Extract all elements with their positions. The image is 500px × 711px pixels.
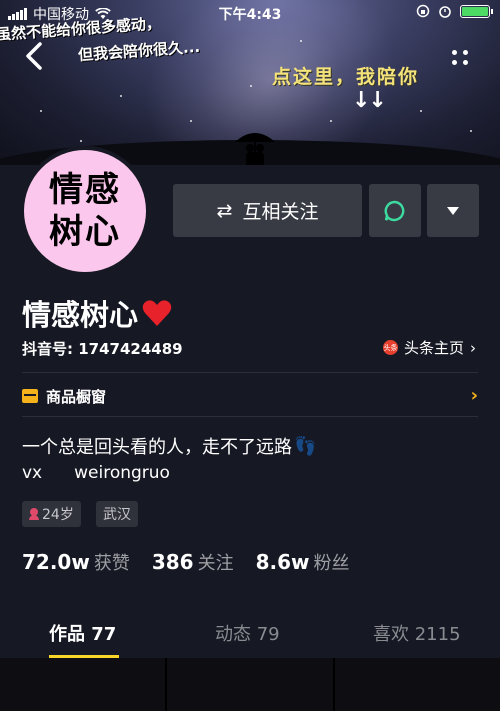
star <box>300 40 302 42</box>
more-options-button[interactable] <box>452 50 478 66</box>
bio: 一个总是回头看的人，走不了远路 👣 <box>22 433 316 459</box>
following-stat[interactable]: 386 关注 <box>152 549 234 575</box>
footprints-icon: 👣 <box>294 435 317 457</box>
video-thumbnail[interactable] <box>0 658 166 711</box>
likes-count: 72.0w <box>22 550 90 574</box>
shop-window-row[interactable]: 商品橱窗 › <box>22 385 478 407</box>
tab-moments[interactable]: 动态 79 <box>215 620 280 646</box>
profile-name-text: 情感树心 <box>22 298 139 332</box>
swap-arrows-icon: ⇄ <box>216 199 233 222</box>
triangle-down-icon <box>447 206 459 215</box>
red-heart-icon <box>142 300 172 326</box>
fans-count: 8.6w <box>255 550 310 574</box>
following-label: 关注 <box>197 553 234 574</box>
banner-click-hint: 点这里，我陪你 <box>272 66 420 88</box>
wechat-line: vx weirongruo <box>22 463 170 483</box>
star <box>40 110 42 112</box>
chevron-right-icon: › <box>470 338 476 357</box>
age-label: 24岁 <box>42 507 74 523</box>
city-tag: 武汉 <box>96 501 138 527</box>
city-label: 武汉 <box>103 507 131 523</box>
female-icon <box>29 508 39 520</box>
wechat-label: vx <box>22 463 43 483</box>
toutiao-logo-icon: 头条 <box>382 340 398 355</box>
star <box>190 120 192 122</box>
shop-icon <box>22 389 38 403</box>
star <box>120 95 122 97</box>
shop-window-label: 商品橱窗 <box>46 387 107 406</box>
video-thumbnail[interactable] <box>334 658 500 711</box>
stats-row: 72.0w 获赞 386 关注 8.6w 粉丝 <box>22 549 349 575</box>
couple-umbrella-silhouette <box>235 133 275 165</box>
likes-stat[interactable]: 72.0w 获赞 <box>22 549 130 575</box>
star <box>250 85 252 87</box>
fans-stat[interactable]: 8.6w 粉丝 <box>256 549 350 575</box>
chat-bubble-icon <box>384 200 405 221</box>
content-tabs: 作品 77 动态 79 喜欢 2115 <box>0 610 500 658</box>
divider <box>22 416 478 417</box>
star <box>470 130 472 132</box>
banner-arrows: ↓↓ <box>352 88 387 113</box>
dropdown-button[interactable] <box>427 184 479 237</box>
battery-icon <box>460 4 493 18</box>
alarm-icon <box>439 6 451 18</box>
back-button[interactable] <box>20 38 50 74</box>
follow-button-label: 互相关注 <box>242 201 319 223</box>
douyin-id: 抖音号: 1747424489 <box>22 340 183 358</box>
tab-likes[interactable]: 喜欢 2115 <box>373 620 461 646</box>
star <box>330 120 332 122</box>
divider <box>22 372 478 373</box>
fans-label: 粉丝 <box>313 553 350 574</box>
profile-name: 情感树心 <box>22 292 172 334</box>
age-tag: 24岁 <box>22 501 81 527</box>
mutual-follow-button[interactable]: ⇄ 互相关注 <box>173 184 362 237</box>
status-bar: 中国移动 下午4:43 <box>0 0 500 26</box>
following-count: 386 <box>151 550 194 574</box>
avatar-text: 情感树心 <box>49 169 121 253</box>
toutiao-link-label: 头条主页 <box>403 339 464 357</box>
bio-text: 一个总是回头看的人，走不了远路 <box>22 437 292 458</box>
tab-works[interactable]: 作品 77 <box>49 620 116 646</box>
works-grid <box>0 658 500 711</box>
star <box>420 110 422 112</box>
chevron-right-icon: › <box>470 385 478 406</box>
message-button[interactable] <box>369 184 421 237</box>
rotation-lock-icon <box>416 4 430 18</box>
likes-label: 获赞 <box>93 553 130 574</box>
wechat-id: weirongruo <box>74 463 170 483</box>
toutiao-homepage-link[interactable]: 头条 头条主页 › <box>382 337 476 358</box>
video-thumbnail[interactable] <box>167 658 333 711</box>
avatar[interactable]: 情感树心 <box>20 146 150 276</box>
star <box>80 140 82 142</box>
